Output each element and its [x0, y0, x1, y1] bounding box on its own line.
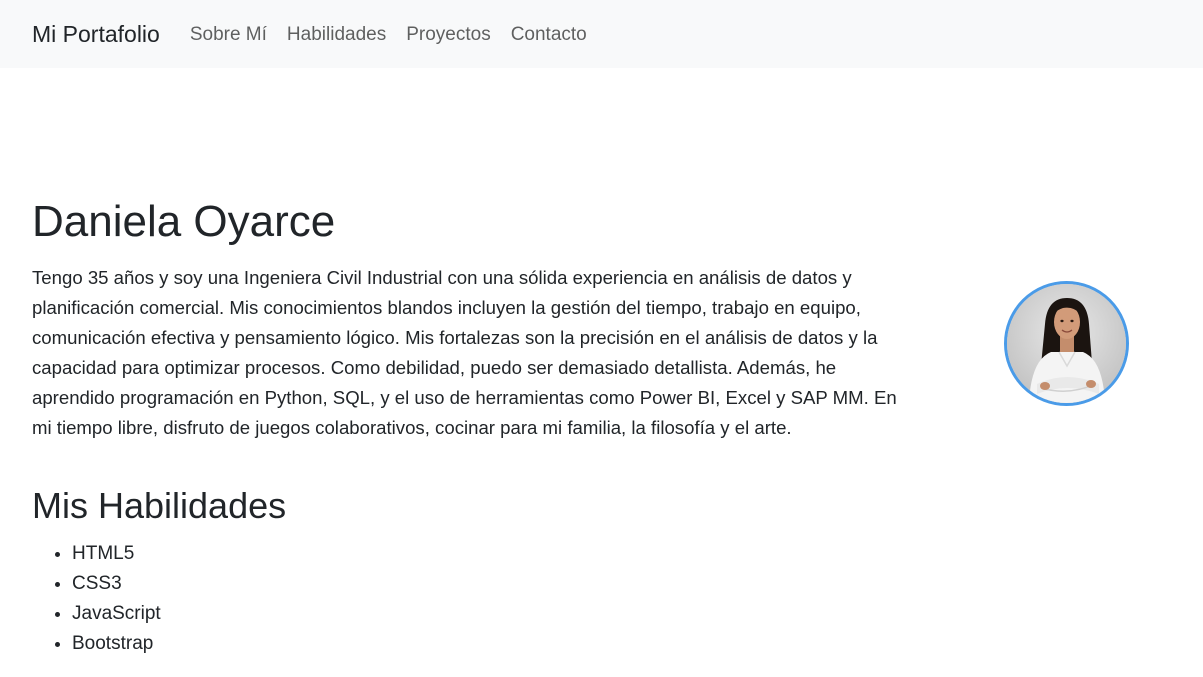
skill-item: Bootstrap: [72, 629, 161, 659]
skills-list: HTML5 CSS3 JavaScript Bootstrap: [32, 539, 161, 659]
profile-name: Daniela Oyarce: [32, 197, 336, 246]
skill-item: JavaScript: [72, 599, 161, 629]
navbar: Mi Portafolio Sobre Mí Habilidades Proye…: [0, 0, 1203, 68]
skill-item: HTML5: [72, 539, 161, 569]
profile-bio: Tengo 35 años y soy una Ingeniera Civil …: [32, 267, 897, 438]
skills-title: Mis Habilidades: [32, 485, 287, 526]
nav-link-habilidades[interactable]: Habilidades: [277, 25, 396, 44]
nav-links: Sobre Mí Habilidades Proyectos Contacto: [190, 25, 597, 44]
nav-link-proyectos[interactable]: Proyectos: [396, 25, 500, 44]
avatar: [1004, 281, 1129, 406]
brand-link[interactable]: Mi Portafolio: [32, 22, 160, 46]
nav-link-sobre-mi[interactable]: Sobre Mí: [190, 25, 277, 44]
profile-photo: [1007, 284, 1126, 403]
nav-link-contacto[interactable]: Contacto: [501, 25, 597, 44]
skill-item: CSS3: [72, 569, 161, 599]
